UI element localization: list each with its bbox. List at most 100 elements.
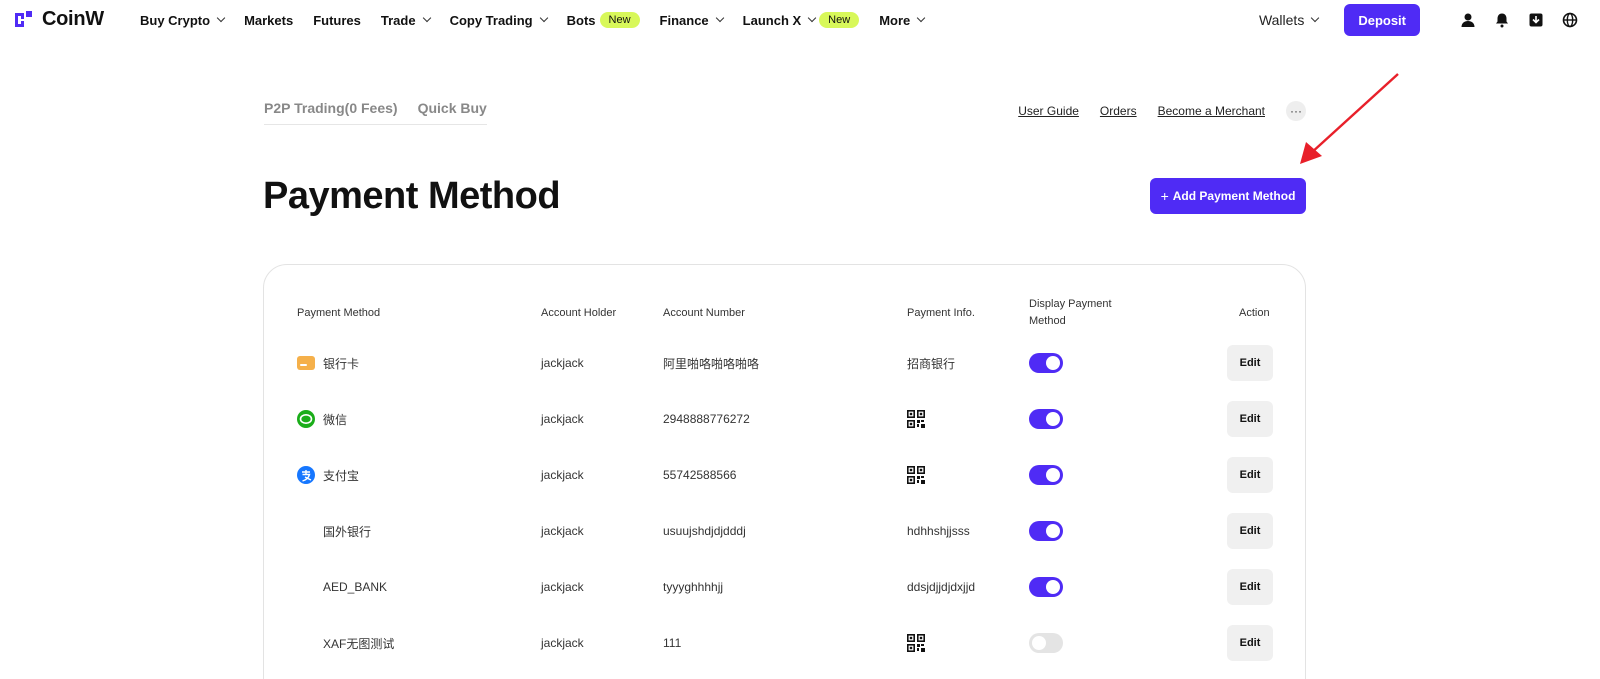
nav-label: Markets — [244, 12, 294, 28]
bank-card-icon — [297, 356, 315, 370]
toggle-knob — [1046, 468, 1060, 482]
account-holder: jackjack — [541, 580, 584, 594]
payment-method-name: AED_BANK — [323, 580, 388, 594]
payment-method-cell: 银行卡 — [297, 343, 359, 383]
header-payment-info: Payment Info. — [907, 307, 975, 319]
nav-label: Bots — [566, 12, 596, 28]
nav-item-launch-x[interactable]: Launch X New — [743, 12, 860, 28]
brand-name: CoinW — [42, 8, 104, 30]
user-guide-link[interactable]: User Guide — [1018, 104, 1079, 118]
become-merchant-link[interactable]: Become a Merchant — [1158, 104, 1265, 118]
add-payment-method-button[interactable]: + Add Payment Method — [1150, 178, 1306, 214]
edit-button[interactable]: Edit — [1227, 569, 1273, 605]
table-row: 微信 jackjack 2948888776272 Edit — [264, 399, 1307, 439]
download-icon[interactable] — [1528, 12, 1544, 28]
nav-label: More — [879, 12, 911, 28]
deposit-button[interactable]: Deposit — [1344, 4, 1420, 36]
nav-label: Trade — [380, 12, 416, 28]
nav-label: Launch X — [742, 12, 802, 28]
globe-icon[interactable] — [1562, 12, 1578, 28]
action-cell: Edit — [1227, 343, 1273, 383]
payment-method-name: 微信 — [323, 412, 348, 427]
account-holder: jackjack — [541, 412, 584, 426]
table-row: XAF无图测试 jackjack 111 Edit — [264, 623, 1307, 663]
table-row: 银行卡 jackjack 阿里啪咯啪咯啪咯 招商银行 Edit — [264, 343, 1307, 383]
display-toggle-cell — [1029, 567, 1063, 607]
display-toggle-cell — [1029, 399, 1063, 439]
payment-method-name: 国外银行 — [323, 524, 372, 539]
nav-right: Wallets Deposit — [1259, 4, 1578, 36]
display-toggle-cell — [1029, 343, 1063, 383]
payment-method-cell: 微信 — [297, 399, 347, 439]
payment-method-name: 支付宝 — [323, 468, 360, 483]
payment-method-name: 银行卡 — [323, 356, 360, 371]
display-toggle[interactable] — [1029, 465, 1063, 485]
display-toggle[interactable] — [1029, 521, 1063, 541]
account-number: 111 — [663, 636, 682, 650]
display-toggle[interactable] — [1029, 353, 1063, 373]
account-holder: jackjack — [541, 468, 584, 482]
payment-info-cell — [907, 399, 925, 439]
action-cell: Edit — [1227, 623, 1273, 663]
coinw-logo[interactable]: CoinW — [13, 8, 104, 31]
red-arrow-annotation — [1300, 73, 1399, 164]
qr-code-icon[interactable] — [907, 634, 925, 652]
wallets-menu[interactable]: Wallets — [1258, 12, 1320, 28]
payment-info: hdhhshjjsss — [907, 524, 970, 538]
qr-code-icon[interactable] — [907, 410, 925, 428]
p2p-tabs: P2P Trading(0 Fees) Quick Buy — [264, 100, 487, 125]
p2p-links: User Guide Orders Become a Merchant ··· — [1018, 101, 1306, 121]
main-nav: Buy Crypto Markets Futures Trade Copy Tr… — [140, 0, 944, 40]
edit-button[interactable]: Edit — [1227, 345, 1273, 381]
user-icon[interactable] — [1460, 12, 1476, 28]
tab-quick-buy[interactable]: Quick Buy — [418, 100, 487, 116]
nav-item-finance[interactable]: Finance — [659, 12, 724, 28]
orders-link[interactable]: Orders — [1100, 104, 1137, 118]
nav-label: Buy Crypto — [140, 12, 211, 28]
display-toggle-cell — [1029, 623, 1063, 663]
edit-button[interactable]: Edit — [1227, 401, 1273, 437]
nav-item-trade[interactable]: Trade — [380, 12, 431, 28]
toggle-knob — [1032, 636, 1046, 650]
nav-item-buy-crypto[interactable]: Buy Crypto — [140, 12, 226, 28]
header-account-number: Account Number — [663, 307, 745, 319]
nav-label: Finance — [659, 12, 709, 28]
toggle-knob — [1046, 356, 1060, 370]
top-navbar: CoinW Buy Crypto Markets Futures Trade C… — [0, 0, 1600, 40]
tab-p2p-trading[interactable]: P2P Trading(0 Fees) — [264, 100, 398, 116]
payment-method-name: XAF无图测试 — [323, 636, 395, 651]
table-row: 国外银行 jackjack usuujshdjdjdddj hdhhshjjss… — [264, 511, 1307, 551]
action-cell: Edit — [1227, 511, 1273, 551]
edit-button[interactable]: Edit — [1227, 625, 1273, 661]
alipay-icon — [297, 466, 315, 484]
nav-item-futures[interactable]: Futures — [313, 13, 361, 28]
nav-label: Copy Trading — [449, 12, 533, 28]
display-toggle[interactable] — [1029, 577, 1063, 597]
plus-icon: + — [1160, 188, 1169, 204]
display-toggle[interactable] — [1029, 409, 1063, 429]
payment-info-cell — [907, 623, 925, 663]
bell-icon[interactable] — [1494, 12, 1510, 28]
nav-item-markets[interactable]: Markets — [244, 13, 293, 28]
table-row: 支付宝 jackjack 55742588566 Edit — [264, 455, 1307, 495]
account-number: 55742588566 — [663, 468, 737, 482]
wallets-label: Wallets — [1258, 12, 1305, 28]
display-toggle-cell — [1029, 455, 1063, 495]
nav-item-copy-trading[interactable]: Copy Trading — [449, 12, 548, 28]
nav-label: Futures — [313, 12, 361, 28]
nav-item-bots[interactable]: Bots New — [567, 12, 640, 28]
coinw-logo-icon — [15, 10, 32, 27]
nav-item-more[interactable]: More — [879, 12, 926, 28]
account-holder: jackjack — [541, 636, 584, 650]
page-title: Payment Method — [263, 175, 561, 217]
header-display-payment-method: Display Payment Method — [1029, 298, 1112, 327]
wechat-icon — [297, 410, 315, 428]
edit-button[interactable]: Edit — [1227, 513, 1273, 549]
chevron-down-icon — [715, 13, 724, 23]
header-payment-method: Payment Method — [297, 307, 381, 319]
toggle-knob — [1046, 524, 1060, 538]
account-number: usuujshdjdjdddj — [663, 524, 746, 538]
qr-code-icon[interactable] — [907, 466, 925, 484]
display-toggle[interactable] — [1029, 633, 1063, 653]
edit-button[interactable]: Edit — [1227, 457, 1273, 493]
